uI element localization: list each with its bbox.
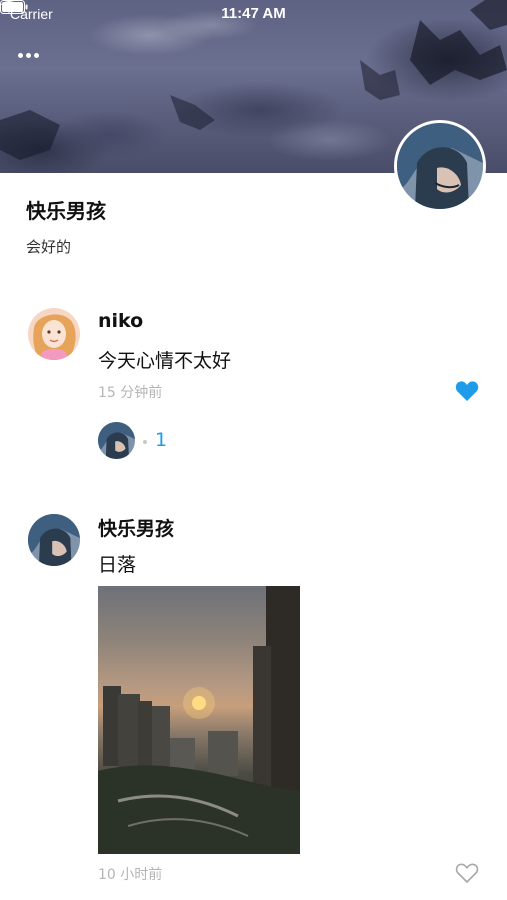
avatar-image [28,514,80,566]
post-photo-sunset[interactable] [98,586,300,854]
status-bar: Carrier 11:47 AM [0,0,507,28]
post-text: 今天心情不太好 [98,350,232,372]
heart-outline-icon[interactable] [455,862,479,884]
post-author-name[interactable]: 快乐男孩 [98,514,174,541]
battery-icon [0,0,28,14]
post-author-avatar[interactable] [28,514,80,566]
liker-avatar[interactable] [98,422,135,459]
profile-name: 快乐男孩 [26,199,106,223]
heart-filled-icon[interactable] [455,380,479,402]
post-author-avatar[interactable] [28,308,80,360]
profile-bio: 会好的 [26,238,72,256]
ellipsis-icon [18,53,23,58]
sunset-photo-image [98,586,300,854]
post-time: 10 小时前 [98,867,163,883]
post-author-name[interactable]: niko [98,310,143,332]
post-time: 15 分钟前 [98,385,163,401]
status-time: 11:47 AM [221,5,286,22]
like-count: 1 [155,429,168,451]
moments-page: Carrier 11:47 AM 快乐男孩 会好的 niko 今天心情不太好 1… [0,0,507,900]
avatar-image [28,308,80,360]
like-separator-dot [143,440,147,444]
more-button[interactable] [18,45,48,59]
profile-avatar-image [397,123,483,209]
avatar-image [98,422,135,459]
post-text: 日落 [98,554,137,576]
profile-avatar[interactable] [394,120,486,212]
